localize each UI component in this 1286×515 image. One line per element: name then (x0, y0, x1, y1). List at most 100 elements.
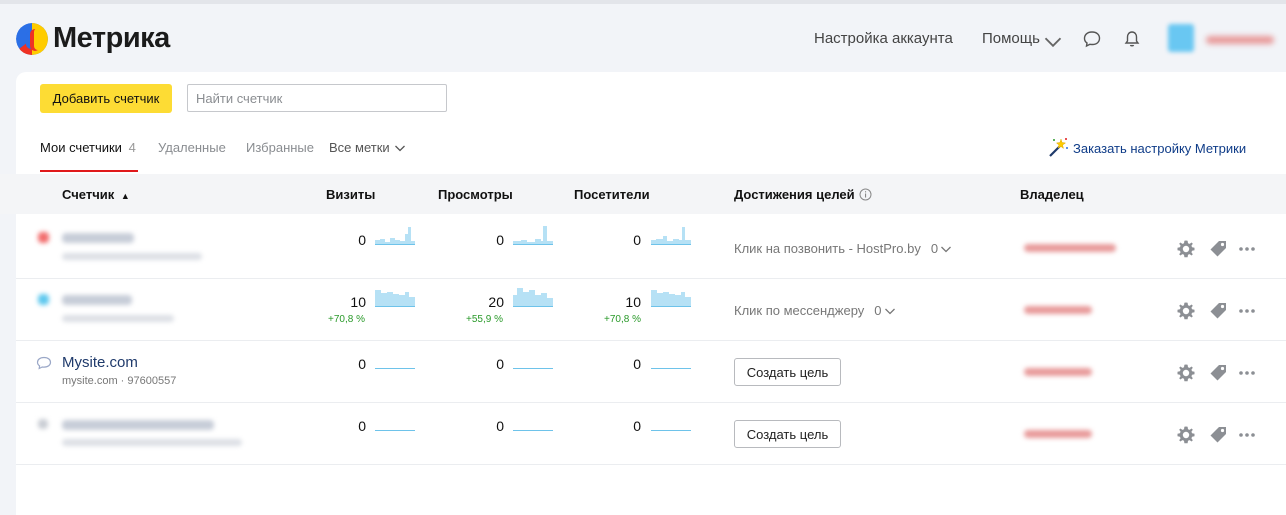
goal-count: 0 (874, 303, 882, 318)
row-divider (16, 340, 1286, 341)
comment-icon (36, 356, 52, 370)
tag-icon[interactable] (1208, 425, 1228, 445)
avatar[interactable] (1168, 24, 1194, 52)
goal-name: Клик на позвонить - HostPro.by (734, 241, 921, 256)
visitors-sparkline (651, 430, 691, 431)
visitors-value: 10 (625, 294, 641, 310)
col-visits[interactable]: Визиты (326, 187, 375, 202)
visitors-sparkline (651, 290, 691, 307)
counter-name-blurred[interactable] (62, 295, 132, 305)
all-tags-label: Все метки (329, 140, 390, 155)
owner-blurred (1024, 368, 1092, 376)
counter-sub: mysite.com · 97600557 (62, 375, 177, 387)
col-counter-label: Счетчик (62, 187, 115, 202)
views-value: 20 (488, 294, 504, 310)
col-counter[interactable]: Счетчик ▲ (62, 187, 130, 202)
col-views[interactable]: Просмотры (438, 187, 513, 202)
visits-value: 0 (358, 356, 366, 372)
counter-status-icon (38, 232, 49, 243)
visitors-value: 0 (633, 232, 641, 248)
counter-name-blurred[interactable] (62, 420, 214, 430)
goal-count: 0 (930, 241, 939, 256)
chevron-down-icon (941, 246, 952, 252)
tab-my-counters[interactable]: Мои счетчики 4 (40, 140, 136, 155)
chevron-down-icon (394, 145, 405, 151)
search-counter-input[interactable] (187, 84, 447, 112)
goal-dropdown[interactable]: Клик на позвонить - HostPro.by 0 (734, 241, 952, 256)
owner-blurred (1024, 244, 1116, 252)
visits-delta: +70,8 % (328, 314, 365, 325)
col-goals[interactable]: Достижения целей (734, 187, 872, 202)
tab-deleted[interactable]: Удаленные (158, 140, 226, 155)
counter-sub-blurred (62, 439, 242, 446)
visitors-delta: +70,8 % (604, 314, 641, 325)
more-icon[interactable] (1237, 239, 1257, 259)
counter-sub-blurred (62, 253, 202, 260)
visitors-sparkline (651, 368, 691, 369)
gear-icon[interactable] (1176, 425, 1196, 445)
all-tags-dropdown[interactable]: Все метки (329, 140, 406, 155)
views-value: 0 (496, 356, 504, 372)
gear-icon[interactable] (1176, 301, 1196, 321)
chevron-down-icon[interactable] (1043, 32, 1063, 52)
info-icon[interactable] (859, 188, 872, 201)
chevron-down-icon (884, 308, 895, 314)
add-counter-button[interactable]: Добавить счетчик (40, 84, 172, 113)
logo-text: Метрика (53, 22, 170, 54)
chat-icon[interactable] (1082, 29, 1102, 49)
visitors-value: 0 (633, 418, 641, 434)
user-name-blurred[interactable] (1206, 36, 1274, 44)
order-setup-label: Заказать настройку Метрики (1073, 140, 1247, 156)
views-sparkline (513, 226, 553, 245)
app-header: Метрика Настройка аккаунта Помощь (0, 4, 1286, 70)
counter-status-icon (38, 419, 48, 429)
logo[interactable]: Метрика (16, 22, 170, 55)
col-owner[interactable]: Владелец (1020, 187, 1084, 202)
metrika-logo-icon (16, 22, 48, 55)
order-setup-link[interactable]: Заказать настройку Метрики (1046, 136, 1246, 160)
create-goal-button[interactable]: Создать цель (734, 420, 841, 448)
views-sparkline (513, 430, 553, 431)
account-settings-link[interactable]: Настройка аккаунта (814, 30, 953, 47)
gear-icon[interactable] (1176, 239, 1196, 259)
gear-icon[interactable] (1176, 363, 1196, 383)
more-icon[interactable] (1237, 363, 1257, 383)
views-value: 0 (496, 232, 504, 248)
counter-sub-blurred (62, 315, 174, 322)
row-divider (16, 464, 1286, 465)
more-icon[interactable] (1237, 301, 1257, 321)
counter-name-link[interactable]: Mysite.com (62, 354, 138, 371)
visits-value: 0 (358, 232, 366, 248)
bell-icon[interactable] (1122, 29, 1142, 49)
tab-my-counters-label: Мои счетчики (40, 140, 122, 155)
col-visitors[interactable]: Посетители (574, 187, 650, 202)
row-divider (16, 278, 1286, 279)
tag-icon[interactable] (1208, 363, 1228, 383)
views-sparkline (513, 368, 553, 369)
sort-ascending-icon: ▲ (120, 191, 130, 201)
tab-my-counters-count: 4 (128, 140, 136, 155)
row-divider (16, 402, 1286, 403)
views-sparkline (513, 288, 553, 307)
views-delta: +55,9 % (466, 314, 503, 325)
visits-sparkline (375, 430, 415, 431)
tag-icon[interactable] (1208, 239, 1228, 259)
active-tab-indicator (40, 170, 138, 172)
owner-blurred (1024, 430, 1092, 438)
goal-name: Клик по мессенджеру (734, 303, 865, 318)
col-goals-label: Достижения целей (734, 187, 855, 202)
tab-favorites[interactable]: Избранные (246, 140, 314, 155)
counter-name-blurred[interactable] (62, 233, 134, 243)
visits-sparkline (375, 368, 415, 369)
help-menu[interactable]: Помощь (982, 30, 1040, 47)
visits-sparkline (375, 290, 415, 307)
magic-wand-icon (1049, 138, 1068, 157)
create-goal-button[interactable]: Создать цель (734, 358, 841, 386)
tag-icon[interactable] (1208, 301, 1228, 321)
more-icon[interactable] (1237, 425, 1257, 445)
visits-sparkline (375, 227, 415, 245)
visitors-sparkline (651, 227, 691, 245)
goal-dropdown[interactable]: Клик по мессенджеру 0 (734, 303, 896, 318)
visits-value: 10 (350, 294, 366, 310)
visitors-value: 0 (633, 356, 641, 372)
